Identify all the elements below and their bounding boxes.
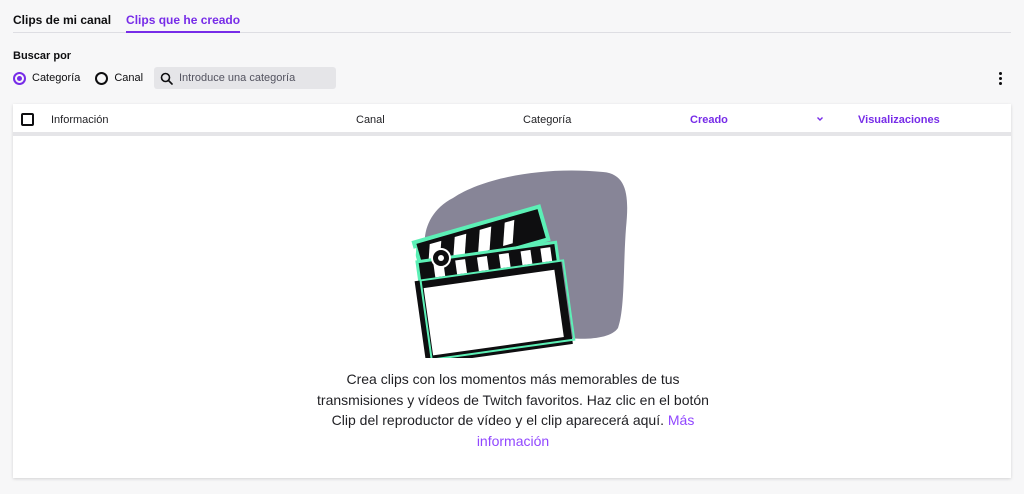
- tab-bar: Clips de mi canal Clips que he creado: [13, 0, 1011, 33]
- more-options-button[interactable]: [993, 70, 1007, 86]
- vertical-dots-icon: [993, 70, 1007, 85]
- tab-clips-i-created[interactable]: Clips que he creado: [126, 0, 241, 33]
- clapperboard-illustration: [403, 170, 628, 358]
- select-all-checkbox[interactable]: [21, 113, 34, 126]
- chevron-down-icon[interactable]: [816, 115, 824, 123]
- category-search-input[interactable]: [179, 72, 329, 84]
- search-by-options: Categoría Canal: [13, 68, 158, 88]
- radio-channel[interactable]: Canal: [95, 71, 144, 85]
- column-header-channel[interactable]: Canal: [356, 114, 385, 126]
- empty-state-text: Crea clips con los momentos más memorabl…: [317, 371, 709, 428]
- search-by-label: Buscar por: [13, 50, 72, 62]
- radio-category-indicator[interactable]: [13, 71, 26, 85]
- tab-my-channel-clips[interactable]: Clips de mi canal: [13, 0, 111, 32]
- column-header-created[interactable]: Creado: [690, 114, 728, 126]
- radio-category-label: Categoría: [32, 72, 81, 84]
- radio-category[interactable]: Categoría: [13, 71, 81, 85]
- clips-table: Información Canal Categoría Creado Visua…: [13, 104, 1011, 478]
- radio-channel-label: Canal: [114, 72, 144, 84]
- table-header: Información Canal Categoría Creado Visua…: [13, 104, 1011, 136]
- column-header-info[interactable]: Información: [51, 114, 108, 126]
- radio-channel-indicator[interactable]: [95, 71, 109, 85]
- category-search-box[interactable]: [154, 67, 336, 89]
- column-header-views[interactable]: Visualizaciones: [858, 114, 940, 126]
- empty-state-message: Crea clips con los momentos más memorabl…: [313, 369, 713, 451]
- column-header-category[interactable]: Categoría: [523, 114, 571, 126]
- search-icon: [160, 72, 173, 85]
